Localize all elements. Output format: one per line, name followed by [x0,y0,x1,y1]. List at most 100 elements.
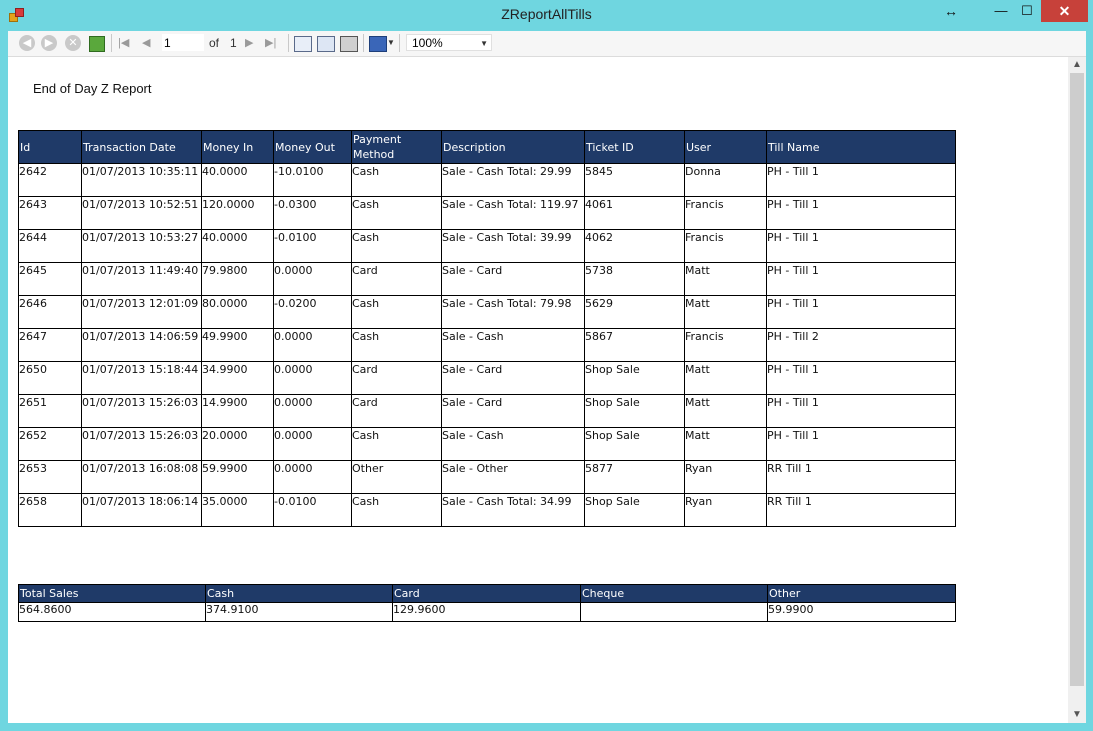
totals-cell: 564.8600 [18,602,206,622]
chevron-down-icon: ▼ [480,39,488,48]
table-cell: Matt [684,295,767,329]
table-row: 2643 01/07/2013 10:52:51 120.0000 -0.030… [18,196,956,230]
next-page-icon[interactable]: ▶ [245,35,253,51]
totals-cell: 129.9600 [392,602,581,622]
table-cell: Sale - Card [441,361,585,395]
table-cell: RR Till 1 [766,493,956,527]
table-cell: 4061 [584,196,685,230]
table-cell: Shop Sale [584,361,685,395]
maximize-button[interactable]: ☐ [1016,0,1038,22]
table-row: 2658 01/07/2013 18:06:14 35.0000 -0.0100… [18,493,956,527]
totals-header: Cash [205,584,393,603]
table-cell: 01/07/2013 11:49:40 [81,262,202,296]
totals-row: 564.8600 374.9100 129.9600 59.9900 [18,602,956,622]
table-cell: 0.0000 [273,394,352,428]
table-cell: -0.0300 [273,196,352,230]
table-cell: Card [351,361,442,395]
table-cell: PH - Till 1 [766,427,956,461]
table-cell: 2645 [18,262,82,296]
print-preview-icon[interactable] [317,36,335,52]
table-cell: PH - Till 1 [766,394,956,428]
resize-icon[interactable]: ↔ [940,0,962,22]
export-dropdown-icon[interactable]: ▼ [387,35,395,51]
of-label: of [209,36,220,50]
save-icon[interactable] [369,36,387,52]
print-icon[interactable] [340,36,358,52]
table-cell: 2643 [18,196,82,230]
table-cell: Shop Sale [584,427,685,461]
table-cell: 0.0000 [273,361,352,395]
table-header-row: Id Transaction Date Money In Money Out P… [18,130,956,164]
table-cell: 2646 [18,295,82,329]
table-cell: 40.0000 [201,229,274,263]
zoom-select[interactable]: 100% ▼ [406,34,492,51]
table-cell: 01/07/2013 14:06:59 [81,328,202,362]
table-cell: PH - Till 1 [766,163,956,197]
table-cell: 5629 [584,295,685,329]
table-cell: PH - Till 1 [766,229,956,263]
minimize-button[interactable]: — [990,0,1012,22]
table-row: 2653 01/07/2013 16:08:08 59.9900 0.0000 … [18,460,956,494]
table-cell: Sale - Cash Total: 39.99 [441,229,585,263]
document-map-icon[interactable] [294,36,312,52]
table-row: 2647 01/07/2013 14:06:59 49.9900 0.0000 … [18,328,956,362]
table-cell: Card [351,394,442,428]
report-viewer: ◀ ▶ ✕ |◀ ◀ of 1 ▶ ▶| ▼ 100% ▼ [8,31,1086,723]
table-cell: -0.0100 [273,493,352,527]
table-cell: Matt [684,394,767,428]
column-header: Money In [201,130,274,164]
table-cell: 80.0000 [201,295,274,329]
table-cell: -0.0200 [273,295,352,329]
table-cell: 79.9800 [201,262,274,296]
stop-icon[interactable]: ✕ [65,35,81,51]
table-cell: Sale - Cash Total: 29.99 [441,163,585,197]
table-cell: Sale - Other [441,460,585,494]
title-bar[interactable]: ZReportAllTills ↔ — ☐ ✕ [0,0,1093,31]
table-cell: 4062 [584,229,685,263]
table-row: 2642 01/07/2013 10:35:11 40.0000 -10.010… [18,163,956,197]
table-cell: 2647 [18,328,82,362]
table-cell: 2642 [18,163,82,197]
column-header: User [684,130,767,164]
table-cell: 5845 [584,163,685,197]
scroll-thumb[interactable] [1070,73,1084,686]
table-cell: 01/07/2013 15:26:03 [81,427,202,461]
table-cell: PH - Till 1 [766,295,956,329]
report-title: End of Day Z Report [33,81,152,96]
table-cell: Shop Sale [584,493,685,527]
table-cell: Sale - Card [441,262,585,296]
table-cell: Cash [351,163,442,197]
forward-icon[interactable]: ▶ [41,35,57,51]
table-cell: Cash [351,196,442,230]
zoom-value: 100% [412,36,443,50]
table-cell: 20.0000 [201,427,274,461]
column-header: Till Name [766,130,956,164]
table-cell: 34.9900 [201,361,274,395]
close-button[interactable]: ✕ [1041,0,1088,22]
table-cell: Cash [351,427,442,461]
column-header: Money Out [273,130,352,164]
column-header: Id [18,130,82,164]
table-cell: Cash [351,328,442,362]
last-page-icon[interactable]: ▶| [265,35,276,51]
scroll-up-icon[interactable]: ▲ [1068,57,1086,73]
refresh-icon[interactable] [89,36,105,52]
previous-page-icon[interactable]: ◀ [142,35,150,51]
table-cell: Cash [351,295,442,329]
first-page-icon[interactable]: |◀ [118,35,129,51]
table-cell: Shop Sale [584,394,685,428]
table-cell: Matt [684,361,767,395]
table-cell: 0.0000 [273,328,352,362]
table-cell: 01/07/2013 10:35:11 [81,163,202,197]
scroll-down-icon[interactable]: ▼ [1068,707,1086,723]
table-cell: Francis [684,328,767,362]
table-cell: 2650 [18,361,82,395]
vertical-scrollbar[interactable]: ▲ ▼ [1068,57,1086,723]
back-icon[interactable]: ◀ [19,35,35,51]
table-cell: RR Till 1 [766,460,956,494]
table-row: 2650 01/07/2013 15:18:44 34.9900 0.0000 … [18,361,956,395]
total-pages: 1 [230,36,237,50]
page-number-input[interactable] [162,34,204,51]
table-cell: 01/07/2013 15:26:03 [81,394,202,428]
table-cell: Sale - Cash [441,427,585,461]
